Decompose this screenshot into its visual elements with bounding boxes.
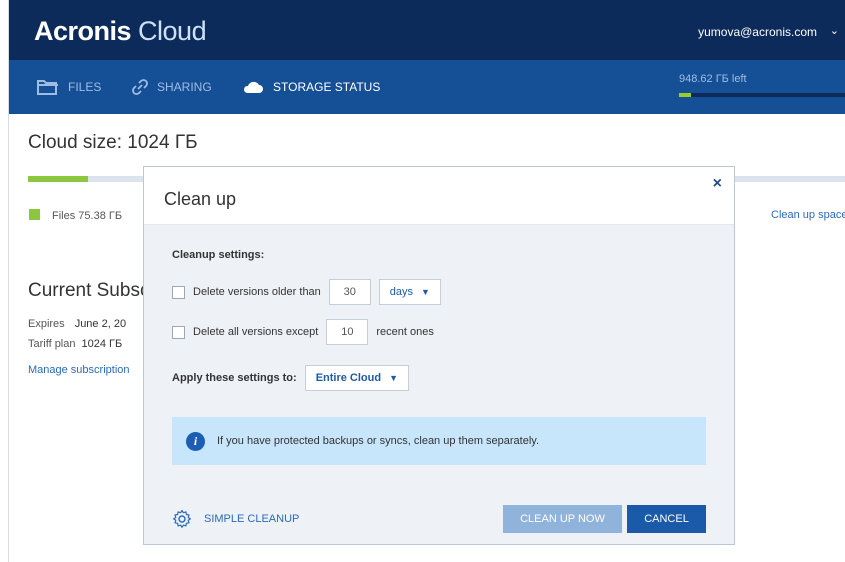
link-icon [132, 79, 148, 95]
files-legend-swatch [29, 209, 40, 220]
cancel-button[interactable]: CANCEL [627, 505, 706, 533]
tariff-label: Tariff plan [28, 338, 76, 350]
simple-cleanup-link[interactable]: SIMPLE CLEANUP [172, 509, 299, 529]
files-legend-label: Files 75.38 ГБ [52, 210, 123, 222]
older-than-row: Delete versions older than days ▼ [172, 279, 441, 305]
nav-bar: FILES SHARING STORAGE STATUS 948.62 ГБ l… [9, 60, 845, 114]
keep-versions-checkbox[interactable] [172, 325, 185, 339]
apply-to-value: Entire Cloud [315, 372, 382, 384]
clean-up-space-link[interactable]: Clean up space [771, 209, 845, 221]
dialog-title: Clean up [164, 189, 237, 209]
dialog-body: Cleanup settings: Delete versions older … [144, 225, 734, 544]
nav-label-sharing: SHARING [157, 80, 212, 94]
tariff-row: Tariff plan 1024 ГБ [28, 338, 122, 350]
info-banner: i If you have protected backups or syncs… [172, 417, 706, 465]
nav-label-storage-status: STORAGE STATUS [273, 80, 381, 94]
quota-text: 948.62 ГБ left [679, 73, 747, 85]
manage-subscription-link[interactable]: Manage subscription [28, 364, 130, 376]
keep-versions-row: Delete all versions except recent ones [172, 319, 434, 345]
clean-up-now-button[interactable]: CLEAN UP NOW [503, 505, 622, 533]
expires-value: June 2, 20 [74, 318, 127, 330]
apply-to-label: Apply these settings to: [172, 372, 297, 384]
quota-bar-fill [679, 93, 692, 97]
apply-to-select[interactable]: Entire Cloud ▼ [304, 365, 409, 391]
dialog-header: Clean up × [144, 167, 734, 225]
logo-bold: Acronis [34, 16, 132, 46]
nav-item-files[interactable]: FILES [37, 77, 101, 97]
keep-versions-label: Delete all versions except [193, 326, 319, 338]
older-than-unit-value: days [389, 286, 414, 298]
nav-item-sharing[interactable]: SHARING [132, 77, 212, 97]
nav-label-files: FILES [68, 80, 102, 94]
gear-icon [173, 509, 191, 528]
keep-versions-input[interactable] [326, 319, 369, 345]
app-logo[interactable]: Acronis Cloud [34, 16, 207, 47]
info-icon: i [186, 431, 205, 451]
user-menu[interactable]: yumova@acronis.com [698, 25, 817, 39]
older-than-checkbox[interactable] [172, 285, 185, 299]
usage-bar-fill [28, 176, 89, 182]
cloud-size-title: Cloud size: 1024 ГБ [28, 132, 198, 153]
logo-light: Cloud [138, 16, 207, 46]
older-than-label: Delete versions older than [193, 286, 321, 298]
apply-to-row: Apply these settings to: Entire Cloud ▼ [172, 365, 409, 391]
keep-versions-suffix: recent ones [376, 326, 434, 338]
folder-icon [37, 80, 58, 95]
page: Acronis Cloud yumova@acronis.com ⌄ FILES… [0, 0, 845, 562]
chevron-down-icon[interactable]: ⌄ [830, 24, 839, 37]
cleanup-dialog: Clean up × Cleanup settings: Delete vers… [143, 166, 735, 545]
info-text: If you have protected backups or syncs, … [217, 435, 540, 447]
quota-bar [679, 93, 845, 97]
nav-item-storage-status[interactable]: STORAGE STATUS [242, 77, 380, 97]
tariff-value: 1024 ГБ [81, 338, 123, 350]
older-than-unit-select[interactable]: days ▼ [378, 279, 441, 305]
expires-label: Expires [28, 318, 65, 330]
cloud-icon [243, 81, 263, 93]
older-than-input[interactable] [328, 279, 371, 305]
top-bar: Acronis Cloud yumova@acronis.com ⌄ [9, 0, 845, 60]
simple-cleanup-label: SIMPLE CLEANUP [204, 513, 300, 525]
expires-row: Expires June 2, 20 [28, 318, 126, 330]
chevron-down-icon: ▼ [421, 287, 430, 297]
close-icon[interactable]: × [713, 175, 722, 193]
cleanup-settings-label: Cleanup settings: [172, 249, 265, 261]
chevron-down-icon: ▼ [389, 373, 398, 383]
